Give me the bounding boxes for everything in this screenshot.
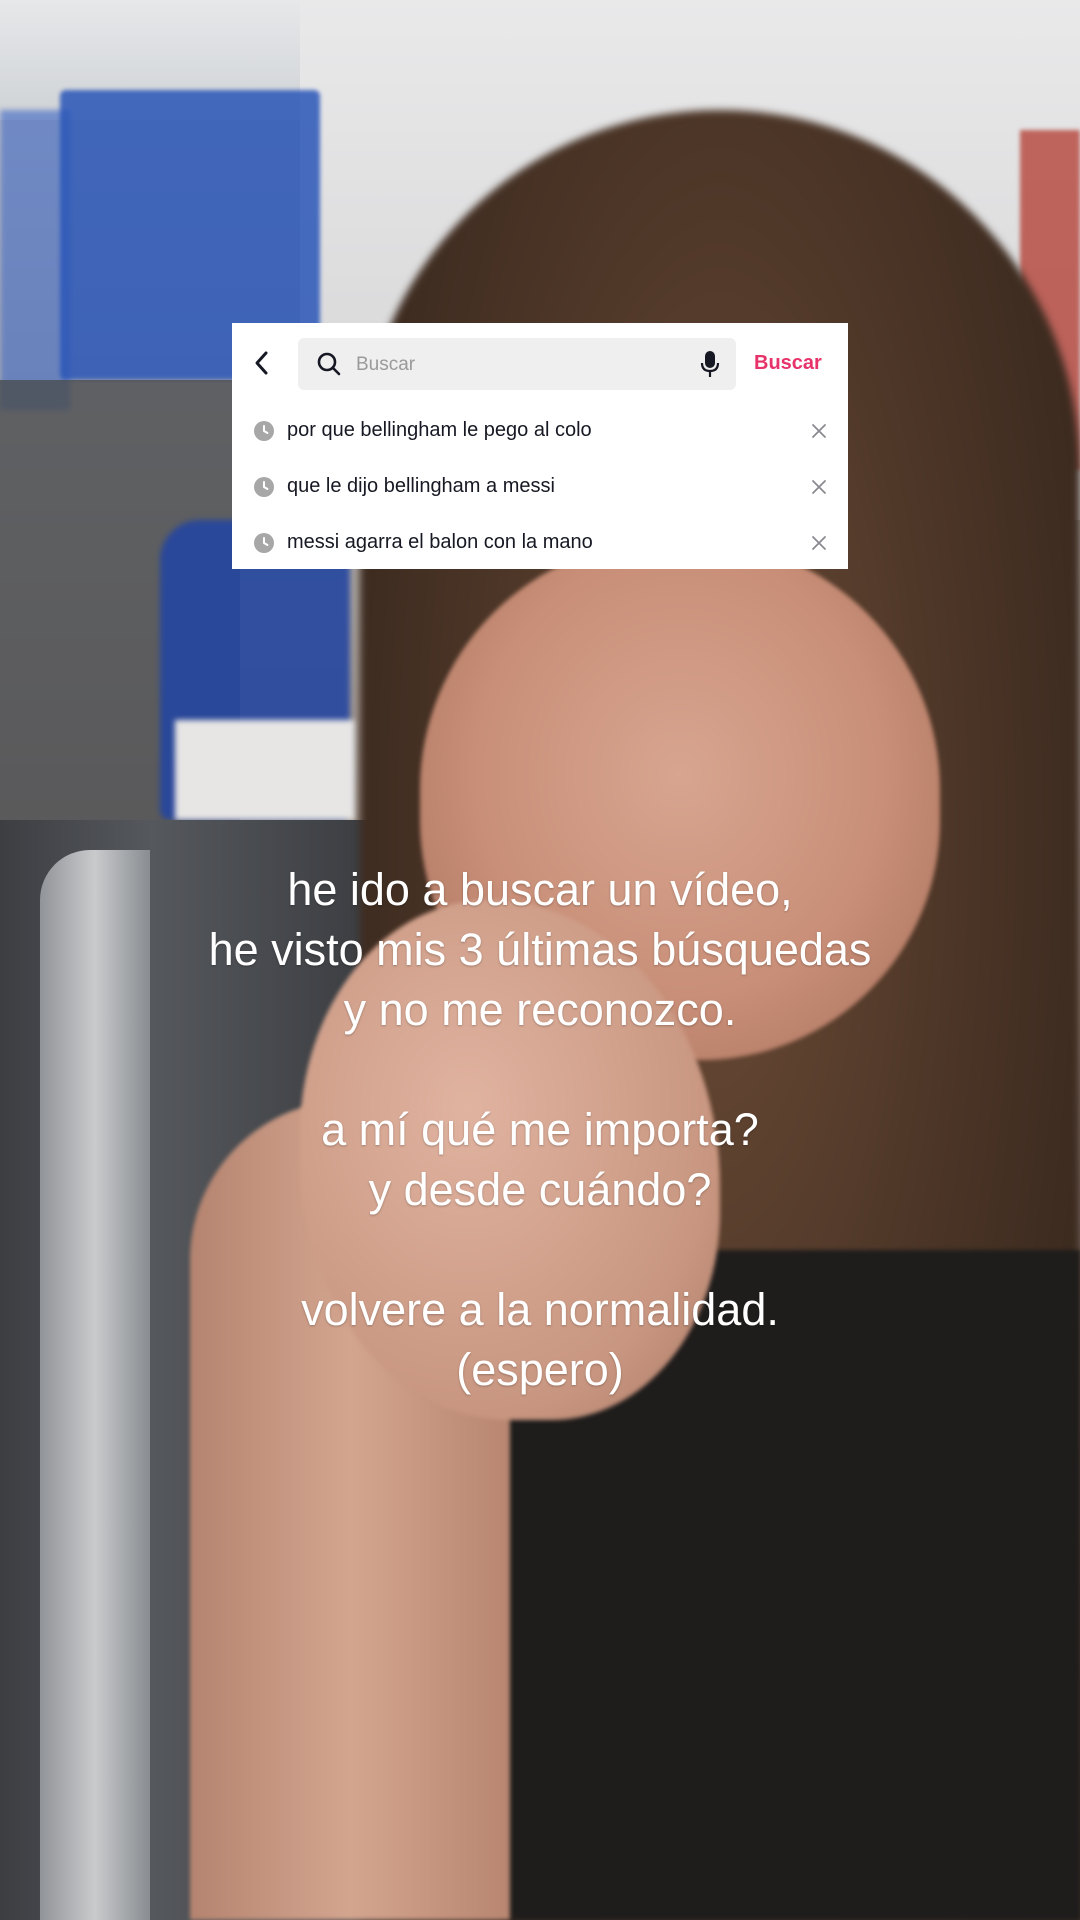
search-overlay-card: Buscar por que bellingham le pego al col…: [232, 323, 848, 569]
close-icon[interactable]: [810, 534, 828, 552]
search-history-item[interactable]: que le dijo bellingham a messi: [232, 459, 848, 515]
search-history-item[interactable]: messi agarra el balon con la mano: [232, 515, 848, 571]
caption-line: a mí qué me importa?: [321, 1104, 759, 1155]
video-caption: he ido a buscar un vídeo, he visto mis 3…: [0, 860, 1080, 1400]
search-history-text: messi agarra el balon con la mano: [287, 531, 593, 553]
close-icon[interactable]: [810, 422, 828, 440]
chevron-left-icon: [255, 351, 268, 375]
search-history-text: por que bellingham le pego al colo: [287, 419, 592, 441]
caption-line: y desde cuándo?: [368, 1164, 712, 1215]
background-child-shorts: [175, 720, 355, 820]
video-frame: Buscar por que bellingham le pego al col…: [0, 0, 1080, 1920]
caption-line: volvere a la normalidad.: [301, 1284, 779, 1335]
back-button[interactable]: [244, 345, 280, 381]
search-history-text: que le dijo bellingham a messi: [287, 475, 555, 497]
clock-icon: [254, 533, 274, 553]
clock-icon: [254, 421, 274, 441]
close-icon[interactable]: [810, 478, 828, 496]
caption-line: he ido a buscar un vídeo,: [287, 864, 793, 915]
search-history-list: por que bellingham le pego al colo que l…: [232, 403, 848, 571]
search-bar: Buscar: [232, 323, 848, 403]
search-field[interactable]: [298, 338, 736, 390]
caption-line: he visto mis 3 últimas búsquedas: [208, 924, 872, 975]
microphone-icon[interactable]: [700, 350, 720, 378]
search-icon: [317, 352, 341, 376]
search-submit-button[interactable]: Buscar: [754, 347, 822, 379]
search-input[interactable]: [354, 346, 678, 384]
caption-line: (espero): [456, 1344, 624, 1395]
caption-line: y no me reconozco.: [343, 984, 737, 1035]
search-history-item[interactable]: por que bellingham le pego al colo: [232, 403, 848, 459]
clock-icon: [254, 477, 274, 497]
